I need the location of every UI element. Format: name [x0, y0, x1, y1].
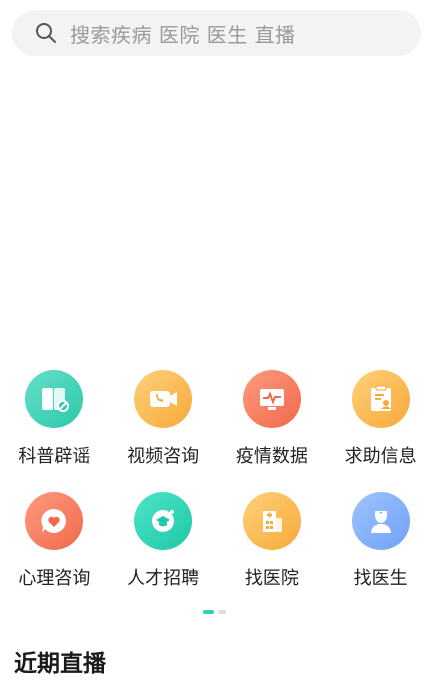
service-item-help-info[interactable]: 求助信息 — [326, 368, 435, 490]
search-icon — [34, 21, 58, 45]
service-item-epidemic-data[interactable]: 疫情数据 — [218, 368, 327, 490]
graduate-icon — [134, 492, 193, 550]
service-row: 心理咨询 人才招聘 找医院 找医生 — [0, 490, 435, 612]
hospital-icon — [242, 492, 301, 550]
video-call-icon — [134, 370, 193, 428]
clipboard-user-icon — [351, 370, 410, 428]
service-label: 找医院 — [244, 568, 299, 589]
service-label: 视频咨询 — [127, 446, 200, 467]
service-item-psych-consult[interactable]: 心理咨询 — [0, 490, 109, 612]
page-indicator — [203, 610, 226, 614]
search-bar[interactable]: 搜索疾病 医院 医生 直播 — [12, 10, 421, 56]
monitor-pulse-icon — [242, 370, 301, 428]
service-grid: 科普辟谣 视频咨询 疫情数据 求助信息 心理咨询 人才招聘 找医院 找医生 — [0, 368, 435, 612]
banner-area[interactable] — [0, 60, 435, 360]
page-dot — [218, 610, 226, 614]
heart-chat-icon — [25, 492, 84, 550]
search-placeholder: 搜索疾病 医院 医生 直播 — [70, 22, 296, 47]
service-item-science[interactable]: 科普辟谣 — [0, 368, 109, 490]
doctor-icon — [351, 492, 410, 550]
page-dot-active — [203, 610, 214, 614]
service-label: 科普辟谣 — [18, 446, 91, 467]
service-item-talent[interactable]: 人才招聘 — [109, 490, 218, 612]
service-item-video-consult[interactable]: 视频咨询 — [109, 368, 218, 490]
service-label: 求助信息 — [344, 446, 417, 467]
service-row: 科普辟谣 视频咨询 疫情数据 求助信息 — [0, 368, 435, 490]
service-label: 找医生 — [353, 568, 408, 589]
service-item-find-hospital[interactable]: 找医院 — [218, 490, 327, 612]
service-label: 人才招聘 — [127, 568, 200, 589]
book-icon — [25, 370, 84, 428]
service-label: 疫情数据 — [235, 446, 308, 467]
section-title-live: 近期直播 — [14, 651, 106, 677]
service-label: 心理咨询 — [18, 568, 91, 589]
service-item-find-doctor[interactable]: 找医生 — [326, 490, 435, 612]
